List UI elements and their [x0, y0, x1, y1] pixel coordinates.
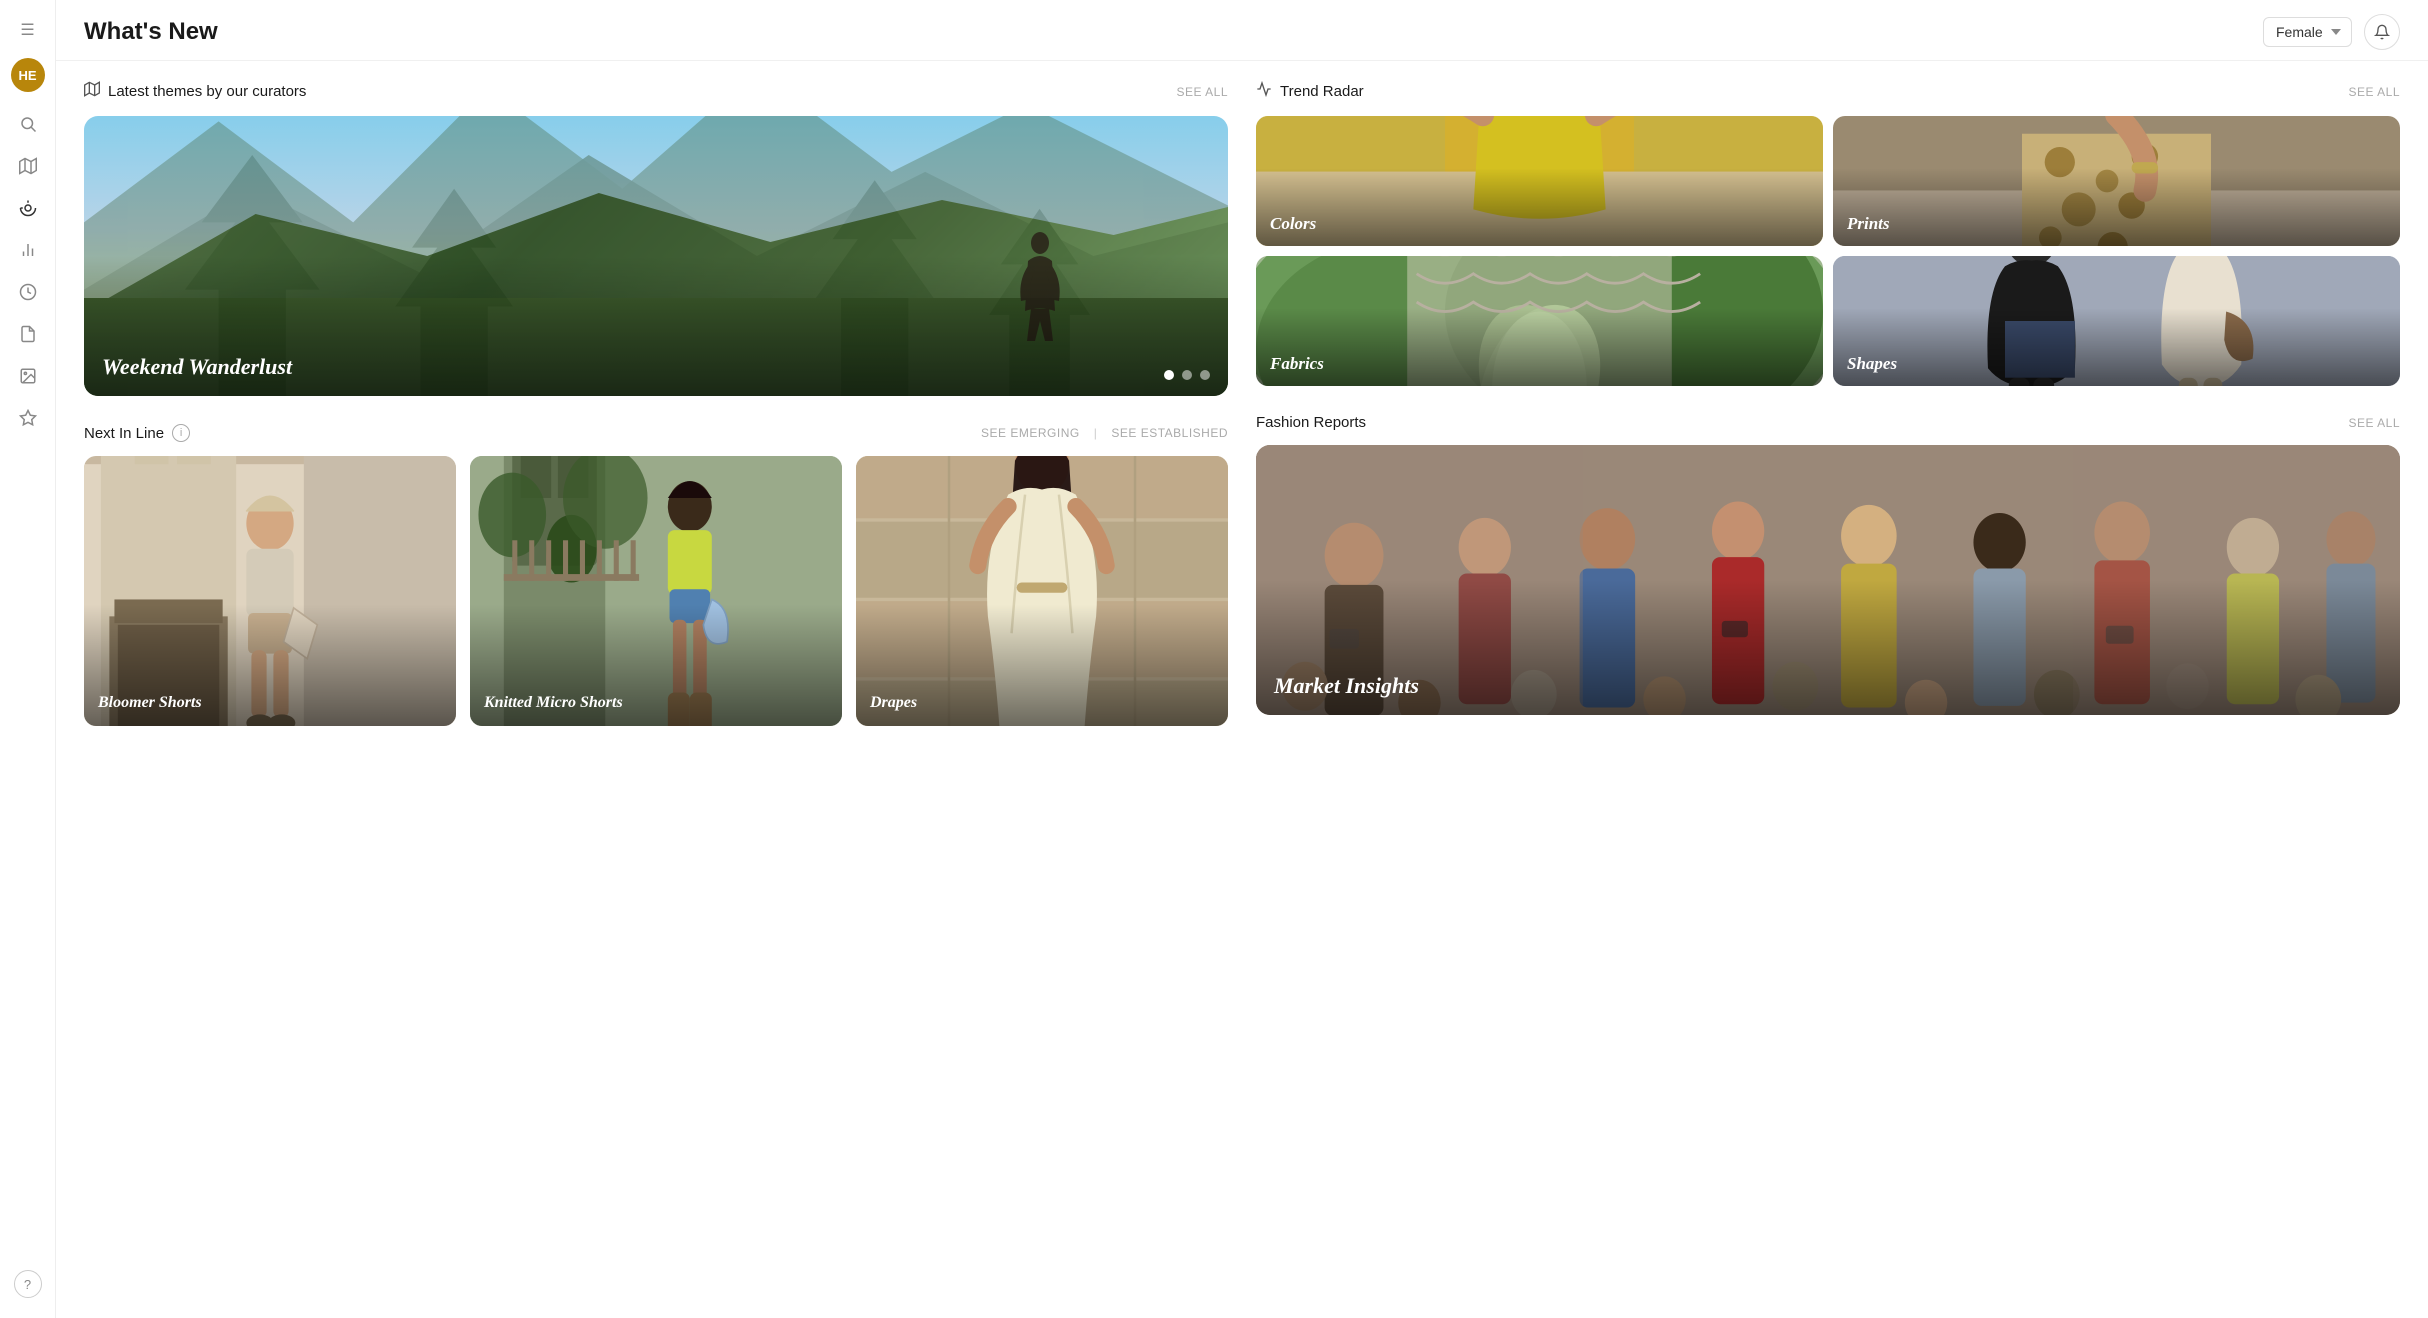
next-in-line-actions: SEE EMERGING | SEE ESTABLISHED	[981, 426, 1228, 440]
trend-card-shapes[interactable]: Shapes	[1833, 256, 2400, 386]
trend-radar-title: Trend Radar	[1256, 81, 1364, 102]
fashion-reports-card[interactable]: Market Insights	[1256, 445, 2400, 715]
image-icon[interactable]	[10, 358, 46, 394]
see-emerging-button[interactable]: SEE EMERGING	[981, 426, 1080, 440]
trend-card-colors[interactable]: Colors	[1256, 116, 1823, 246]
shapes-card-overlay	[1833, 256, 2400, 386]
prints-card-label: Prints	[1847, 214, 1890, 234]
prints-card-overlay	[1833, 116, 2400, 246]
next-in-line-info-icon[interactable]: i	[172, 424, 190, 442]
fabrics-card-label: Fabrics	[1270, 354, 1324, 374]
map-icon[interactable]	[10, 148, 46, 184]
dot-2[interactable]	[1182, 370, 1192, 380]
drapes-label: Drapes	[870, 694, 917, 712]
fashion-reports-see-all[interactable]: SEE ALL	[2348, 416, 2400, 430]
fabrics-card-overlay	[1256, 256, 1823, 386]
trend-radar-section-header: Trend Radar SEE ALL	[1256, 81, 2400, 102]
left-column: Latest themes by our curators SEE ALL	[84, 81, 1228, 726]
hero-card-dots	[1164, 370, 1210, 380]
next-in-line-cards: Bloomer Shorts	[84, 456, 1228, 726]
item-card-drapes[interactable]: Drapes	[856, 456, 1228, 726]
next-in-line-section-header: Next In Line i SEE EMERGING | SEE ESTABL…	[84, 424, 1228, 442]
hero-card-label: Weekend Wanderlust	[102, 354, 292, 380]
help-button[interactable]: ?	[14, 1270, 42, 1298]
notification-bell-button[interactable]	[2364, 14, 2400, 50]
right-column: Trend Radar SEE ALL	[1256, 81, 2400, 726]
dot-1[interactable]	[1164, 370, 1174, 380]
trend-card-fabrics[interactable]: Fabrics	[1256, 256, 1823, 386]
drapes-overlay	[856, 456, 1228, 726]
doc-icon[interactable]	[10, 316, 46, 352]
content-area: Latest themes by our curators SEE ALL	[56, 61, 2428, 1318]
bloomer-shorts-label: Bloomer Shorts	[98, 694, 202, 712]
search-icon[interactable]	[10, 106, 46, 142]
gender-select[interactable]: Female Male	[2263, 17, 2352, 47]
fashion-reports-overlay	[1256, 445, 2400, 715]
star-icon[interactable]	[10, 400, 46, 436]
dot-3[interactable]	[1200, 370, 1210, 380]
latest-themes-see-all[interactable]: SEE ALL	[1176, 85, 1228, 99]
latest-themes-section-header: Latest themes by our curators SEE ALL	[84, 81, 1228, 102]
fashion-reports-label: Market Insights	[1274, 673, 1419, 699]
main-grid: Latest themes by our curators SEE ALL	[84, 81, 2400, 726]
actions-divider: |	[1094, 426, 1098, 440]
history-icon[interactable]	[10, 274, 46, 310]
trend-card-prints[interactable]: Prints	[1833, 116, 2400, 246]
knitted-micro-shorts-overlay	[470, 456, 842, 726]
main-content: What's New Female Male L	[56, 0, 2428, 1318]
hero-card[interactable]: Weekend Wanderlust	[84, 116, 1228, 396]
map-section-icon	[84, 81, 100, 102]
item-card-bloomer-shorts[interactable]: Bloomer Shorts	[84, 456, 456, 726]
avatar[interactable]: HE	[11, 58, 45, 92]
item-card-knitted-micro-shorts[interactable]: Knitted Micro Shorts	[470, 456, 842, 726]
colors-card-overlay	[1256, 116, 1823, 246]
latest-themes-title: Latest themes by our curators	[84, 81, 306, 102]
colors-card-label: Colors	[1270, 214, 1316, 234]
next-in-line-title: Next In Line	[84, 425, 164, 442]
trend-radar-icon	[1256, 81, 1272, 102]
fashion-reports-section-header: Fashion Reports SEE ALL	[1256, 414, 2400, 431]
header-right: Female Male	[2263, 14, 2400, 50]
knitted-micro-shorts-label: Knitted Micro Shorts	[484, 694, 623, 712]
sidebar-bottom: ?	[14, 1270, 42, 1306]
page-title: What's New	[84, 18, 218, 46]
header: What's New Female Male	[56, 0, 2428, 61]
chart-icon[interactable]	[10, 232, 46, 268]
sidebar: ☰ HE ?	[0, 0, 56, 1318]
bloomer-shorts-overlay	[84, 456, 456, 726]
shapes-card-label: Shapes	[1847, 354, 1897, 374]
see-established-button[interactable]: SEE ESTABLISHED	[1111, 426, 1228, 440]
next-title-group: Next In Line i	[84, 424, 190, 442]
trend-radar-see-all[interactable]: SEE ALL	[2348, 85, 2400, 99]
trend-radar-grid: Colors	[1256, 116, 2400, 386]
fashion-reports-title: Fashion Reports	[1256, 414, 1366, 431]
radar-icon[interactable]	[10, 190, 46, 226]
menu-icon[interactable]: ☰	[10, 12, 46, 48]
